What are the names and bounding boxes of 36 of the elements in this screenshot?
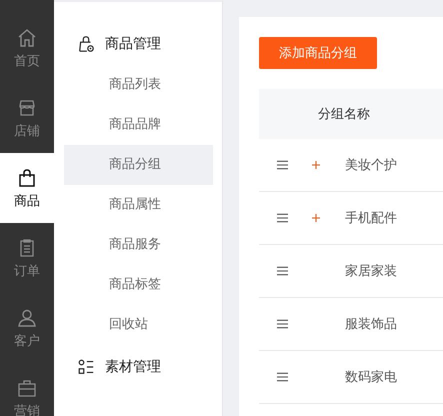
- drag-handle-icon[interactable]: [277, 160, 288, 170]
- submenu-item[interactable]: 商品属性: [64, 185, 213, 225]
- expand-plus-icon[interactable]: [312, 161, 320, 169]
- table-cell-text: 手机配件: [345, 210, 397, 227]
- list-icon: [77, 358, 95, 376]
- table-cell-text: 数码家电: [345, 369, 397, 386]
- add-group-button[interactable]: 添加商品分组: [259, 37, 377, 69]
- shopping-bag-icon: [17, 168, 37, 188]
- menu-group-title[interactable]: 商品管理: [105, 35, 161, 53]
- store-icon: [17, 98, 37, 118]
- table-cell-text: 家居家装: [345, 263, 397, 280]
- nav-rail-item[interactable]: 首页: [0, 13, 54, 83]
- expand-plus-icon[interactable]: [312, 214, 320, 222]
- submenu-item[interactable]: 商品品牌: [64, 105, 213, 145]
- bag-gear-icon: [77, 35, 95, 53]
- submenu-item[interactable]: 商品分组: [64, 145, 213, 185]
- nav-rail-item[interactable]: 订单: [0, 223, 54, 293]
- table-cell-text: 美妆个护: [345, 157, 397, 174]
- user-icon: [17, 308, 37, 328]
- column-header: 分组名称: [318, 106, 370, 123]
- submenu-item[interactable]: 商品标签: [64, 265, 213, 305]
- briefcase-icon: [17, 378, 37, 398]
- nav-rail-item[interactable]: 店铺: [0, 83, 54, 153]
- nav-rail-item[interactable]: 客户: [0, 293, 54, 363]
- drag-handle-icon[interactable]: [277, 266, 288, 276]
- drag-handle-icon[interactable]: [277, 372, 288, 382]
- drag-handle-icon[interactable]: [277, 319, 288, 329]
- home-icon: [17, 28, 37, 48]
- submenu-item[interactable]: 回收站: [64, 305, 213, 345]
- submenu-item[interactable]: 商品列表: [64, 65, 213, 105]
- nav-rail-item[interactable]: 营销: [0, 363, 54, 416]
- table-cell-text: 服装饰品: [345, 316, 397, 333]
- drag-handle-icon[interactable]: [277, 213, 288, 223]
- nav-rail-item[interactable]: 商品: [0, 153, 54, 223]
- menu-group-title[interactable]: 素材管理: [105, 358, 161, 376]
- submenu-item[interactable]: 商品服务: [64, 225, 213, 265]
